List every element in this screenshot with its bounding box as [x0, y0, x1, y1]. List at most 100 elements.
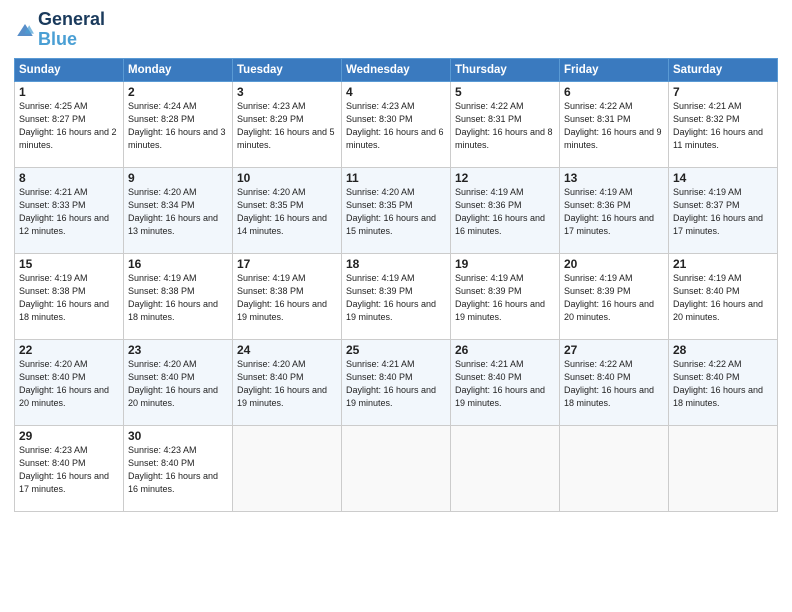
- day-number: 17: [237, 257, 337, 271]
- sunset-label: Sunset: 8:39 PM: [455, 286, 522, 296]
- cell-info: Sunrise: 4:19 AM Sunset: 8:38 PM Dayligh…: [19, 272, 119, 324]
- calendar-cell: [342, 425, 451, 511]
- cell-info: Sunrise: 4:20 AM Sunset: 8:40 PM Dayligh…: [128, 358, 228, 410]
- sunrise-label: Sunrise: 4:23 AM: [19, 445, 88, 455]
- daylight-label: Daylight: 16 hours and 13 minutes.: [128, 213, 218, 236]
- calendar-cell: 2 Sunrise: 4:24 AM Sunset: 8:28 PM Dayli…: [124, 81, 233, 167]
- calendar-cell: 23 Sunrise: 4:20 AM Sunset: 8:40 PM Dayl…: [124, 339, 233, 425]
- daylight-label: Daylight: 16 hours and 16 minutes.: [455, 213, 545, 236]
- daylight-label: Daylight: 16 hours and 11 minutes.: [673, 127, 763, 150]
- cell-info: Sunrise: 4:19 AM Sunset: 8:39 PM Dayligh…: [346, 272, 446, 324]
- calendar-cell: 21 Sunrise: 4:19 AM Sunset: 8:40 PM Dayl…: [669, 253, 778, 339]
- sunset-label: Sunset: 8:38 PM: [19, 286, 86, 296]
- day-number: 3: [237, 85, 337, 99]
- sunrise-label: Sunrise: 4:19 AM: [673, 187, 742, 197]
- daylight-label: Daylight: 16 hours and 20 minutes.: [128, 385, 218, 408]
- day-number: 5: [455, 85, 555, 99]
- calendar-cell: 5 Sunrise: 4:22 AM Sunset: 8:31 PM Dayli…: [451, 81, 560, 167]
- sunrise-label: Sunrise: 4:19 AM: [455, 187, 524, 197]
- daylight-label: Daylight: 16 hours and 19 minutes.: [455, 299, 545, 322]
- sunrise-label: Sunrise: 4:19 AM: [19, 273, 88, 283]
- cell-info: Sunrise: 4:21 AM Sunset: 8:40 PM Dayligh…: [346, 358, 446, 410]
- calendar-cell: [560, 425, 669, 511]
- calendar-cell: 16 Sunrise: 4:19 AM Sunset: 8:38 PM Dayl…: [124, 253, 233, 339]
- cell-info: Sunrise: 4:20 AM Sunset: 8:35 PM Dayligh…: [237, 186, 337, 238]
- calendar-cell: 11 Sunrise: 4:20 AM Sunset: 8:35 PM Dayl…: [342, 167, 451, 253]
- calendar-header-tuesday: Tuesday: [233, 58, 342, 81]
- calendar-cell: 14 Sunrise: 4:19 AM Sunset: 8:37 PM Dayl…: [669, 167, 778, 253]
- day-number: 16: [128, 257, 228, 271]
- day-number: 27: [564, 343, 664, 357]
- logo-line2: Blue: [38, 30, 105, 50]
- cell-info: Sunrise: 4:20 AM Sunset: 8:40 PM Dayligh…: [19, 358, 119, 410]
- sunrise-label: Sunrise: 4:24 AM: [128, 101, 197, 111]
- sunset-label: Sunset: 8:32 PM: [673, 114, 740, 124]
- daylight-label: Daylight: 16 hours and 18 minutes.: [128, 299, 218, 322]
- page-header: General Blue: [14, 10, 778, 50]
- day-number: 28: [673, 343, 773, 357]
- calendar-week-row: 1 Sunrise: 4:25 AM Sunset: 8:27 PM Dayli…: [15, 81, 778, 167]
- calendar-cell: 20 Sunrise: 4:19 AM Sunset: 8:39 PM Dayl…: [560, 253, 669, 339]
- calendar-header-thursday: Thursday: [451, 58, 560, 81]
- calendar-table: SundayMondayTuesdayWednesdayThursdayFrid…: [14, 58, 778, 512]
- cell-info: Sunrise: 4:20 AM Sunset: 8:34 PM Dayligh…: [128, 186, 228, 238]
- calendar-cell: 4 Sunrise: 4:23 AM Sunset: 8:30 PM Dayli…: [342, 81, 451, 167]
- sunrise-label: Sunrise: 4:21 AM: [346, 359, 415, 369]
- cell-info: Sunrise: 4:24 AM Sunset: 8:28 PM Dayligh…: [128, 100, 228, 152]
- sunset-label: Sunset: 8:40 PM: [128, 372, 195, 382]
- sunset-label: Sunset: 8:40 PM: [673, 286, 740, 296]
- calendar-cell: 18 Sunrise: 4:19 AM Sunset: 8:39 PM Dayl…: [342, 253, 451, 339]
- calendar-cell: 12 Sunrise: 4:19 AM Sunset: 8:36 PM Dayl…: [451, 167, 560, 253]
- sunset-label: Sunset: 8:40 PM: [673, 372, 740, 382]
- calendar-cell: 7 Sunrise: 4:21 AM Sunset: 8:32 PM Dayli…: [669, 81, 778, 167]
- day-number: 30: [128, 429, 228, 443]
- sunset-label: Sunset: 8:40 PM: [564, 372, 631, 382]
- calendar-header-row: SundayMondayTuesdayWednesdayThursdayFrid…: [15, 58, 778, 81]
- daylight-label: Daylight: 16 hours and 15 minutes.: [346, 213, 436, 236]
- calendar-cell: 29 Sunrise: 4:23 AM Sunset: 8:40 PM Dayl…: [15, 425, 124, 511]
- sunset-label: Sunset: 8:40 PM: [19, 372, 86, 382]
- sunset-label: Sunset: 8:40 PM: [346, 372, 413, 382]
- daylight-label: Daylight: 16 hours and 18 minutes.: [19, 299, 109, 322]
- cell-info: Sunrise: 4:22 AM Sunset: 8:31 PM Dayligh…: [455, 100, 555, 152]
- sunrise-label: Sunrise: 4:20 AM: [237, 187, 306, 197]
- sunrise-label: Sunrise: 4:21 AM: [19, 187, 88, 197]
- sunrise-label: Sunrise: 4:20 AM: [128, 359, 197, 369]
- daylight-label: Daylight: 16 hours and 16 minutes.: [128, 471, 218, 494]
- sunrise-label: Sunrise: 4:19 AM: [346, 273, 415, 283]
- cell-info: Sunrise: 4:22 AM Sunset: 8:40 PM Dayligh…: [564, 358, 664, 410]
- day-number: 15: [19, 257, 119, 271]
- sunrise-label: Sunrise: 4:19 AM: [128, 273, 197, 283]
- sunset-label: Sunset: 8:33 PM: [19, 200, 86, 210]
- calendar-cell: 10 Sunrise: 4:20 AM Sunset: 8:35 PM Dayl…: [233, 167, 342, 253]
- sunset-label: Sunset: 8:35 PM: [237, 200, 304, 210]
- daylight-label: Daylight: 16 hours and 6 minutes.: [346, 127, 444, 150]
- calendar-cell: 6 Sunrise: 4:22 AM Sunset: 8:31 PM Dayli…: [560, 81, 669, 167]
- calendar-week-row: 22 Sunrise: 4:20 AM Sunset: 8:40 PM Dayl…: [15, 339, 778, 425]
- day-number: 9: [128, 171, 228, 185]
- day-number: 13: [564, 171, 664, 185]
- sunset-label: Sunset: 8:36 PM: [564, 200, 631, 210]
- daylight-label: Daylight: 16 hours and 17 minutes.: [19, 471, 109, 494]
- sunset-label: Sunset: 8:39 PM: [346, 286, 413, 296]
- daylight-label: Daylight: 16 hours and 20 minutes.: [19, 385, 109, 408]
- daylight-label: Daylight: 16 hours and 20 minutes.: [673, 299, 763, 322]
- calendar-cell: 17 Sunrise: 4:19 AM Sunset: 8:38 PM Dayl…: [233, 253, 342, 339]
- calendar-header-monday: Monday: [124, 58, 233, 81]
- day-number: 12: [455, 171, 555, 185]
- cell-info: Sunrise: 4:19 AM Sunset: 8:38 PM Dayligh…: [237, 272, 337, 324]
- calendar-week-row: 29 Sunrise: 4:23 AM Sunset: 8:40 PM Dayl…: [15, 425, 778, 511]
- sunset-label: Sunset: 8:38 PM: [237, 286, 304, 296]
- cell-info: Sunrise: 4:22 AM Sunset: 8:40 PM Dayligh…: [673, 358, 773, 410]
- daylight-label: Daylight: 16 hours and 3 minutes.: [128, 127, 226, 150]
- daylight-label: Daylight: 16 hours and 17 minutes.: [673, 213, 763, 236]
- sunset-label: Sunset: 8:31 PM: [455, 114, 522, 124]
- calendar-cell: 27 Sunrise: 4:22 AM Sunset: 8:40 PM Dayl…: [560, 339, 669, 425]
- day-number: 14: [673, 171, 773, 185]
- sunset-label: Sunset: 8:36 PM: [455, 200, 522, 210]
- daylight-label: Daylight: 16 hours and 18 minutes.: [673, 385, 763, 408]
- day-number: 29: [19, 429, 119, 443]
- sunrise-label: Sunrise: 4:19 AM: [455, 273, 524, 283]
- cell-info: Sunrise: 4:19 AM Sunset: 8:38 PM Dayligh…: [128, 272, 228, 324]
- sunrise-label: Sunrise: 4:20 AM: [237, 359, 306, 369]
